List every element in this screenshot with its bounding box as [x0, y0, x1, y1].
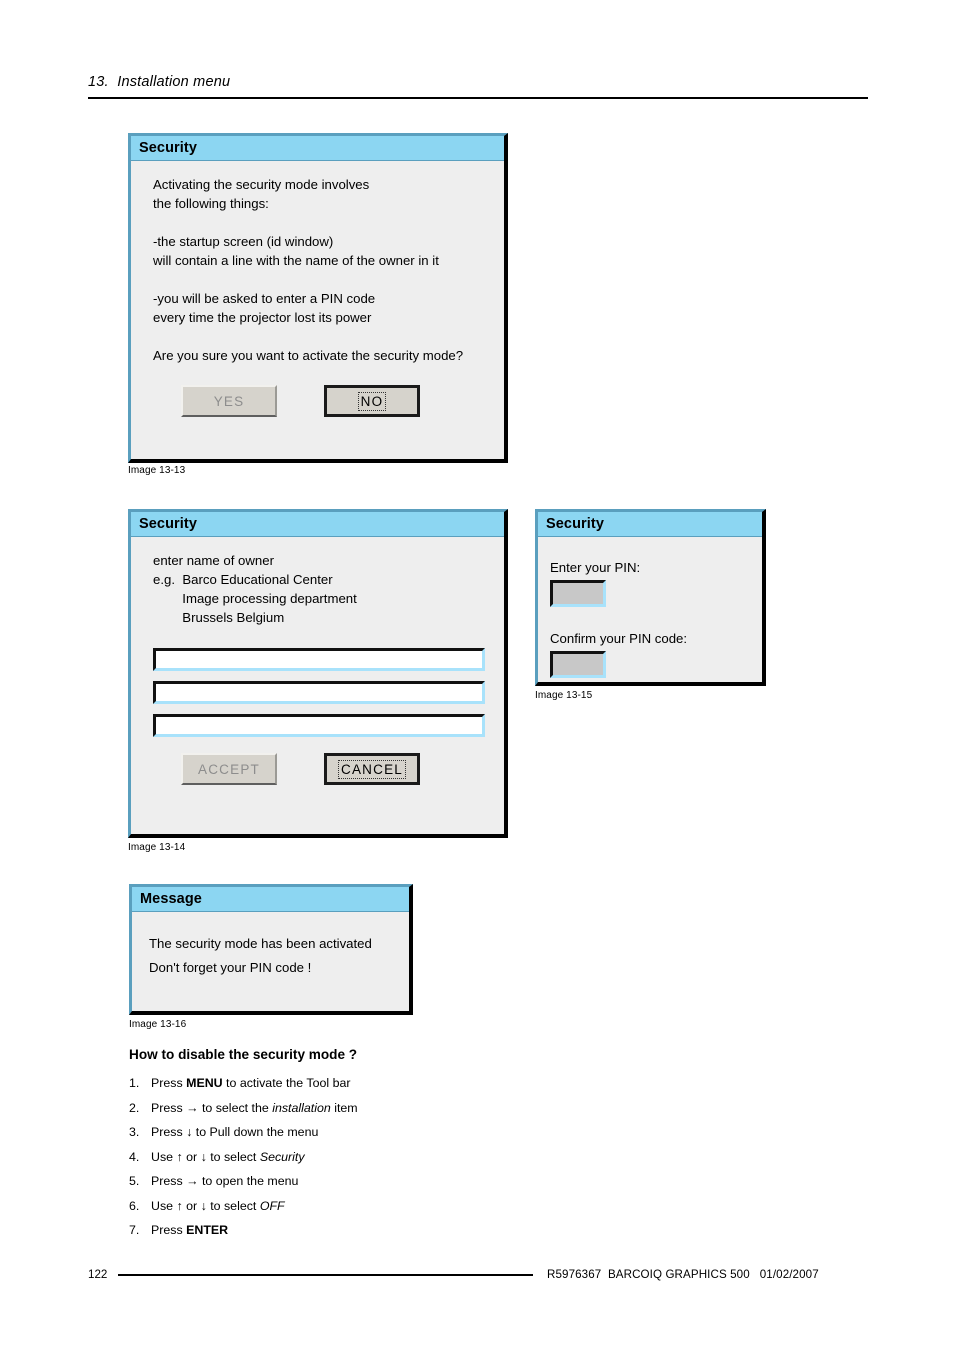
header-divider [88, 97, 868, 99]
dialog-title: Security [546, 516, 605, 532]
howto-step-text: Use ↑ or ↓ to select OFF [151, 1198, 285, 1213]
footer-page-number: 122 [88, 1268, 108, 1281]
howto-step: 7. Press ENTER [129, 1223, 789, 1237]
enter-pin-group: Enter your PIN: [550, 558, 748, 607]
button-gap [277, 385, 324, 417]
howto-step-number: 3. [129, 1125, 140, 1139]
howto-key-name: ENTER [186, 1223, 229, 1237]
owner-line-1: enter name of owner [153, 553, 274, 568]
security-pin-dialog: Security Enter your PIN: Confirm your PI… [535, 509, 766, 686]
footer-divider [118, 1273, 533, 1276]
howto-step-text: Press → to open the menu [151, 1174, 299, 1188]
howto-section: How to disable the security mode ? 1. Pre… [129, 1047, 789, 1248]
cancel-button-label: CANCEL [338, 759, 406, 779]
page-title: 13. Installation menu [88, 74, 231, 90]
dialog-body: enter name of owner e.g. Barco Education… [131, 537, 504, 795]
enter-pin-input[interactable] [550, 580, 606, 607]
howto-step-number: 1. [129, 1076, 140, 1090]
enter-pin-label: Enter your PIN: [550, 560, 641, 575]
footer-meta: R5976367 BARCOIQ GRAPHICS 500 01/02/2007 [547, 1268, 819, 1281]
howto-title: How to disable the security mode ? [129, 1047, 358, 1062]
security-confirm-dialog: Security Activating the security mode in… [128, 133, 508, 463]
dialog-body: Activating the security mode involves th… [131, 161, 504, 427]
page-header: 13. Installation menu [88, 74, 868, 99]
howto-step-number: 7. [129, 1223, 140, 1237]
howto-step-text: Press → to select the installation item [151, 1100, 358, 1115]
confirm-pin-input[interactable] [550, 651, 606, 678]
accept-button-label: ACCEPT [198, 761, 260, 777]
howto-step: 1. Press MENU to activate the Tool bar [129, 1076, 789, 1090]
page-footer: 122 R5976367 BARCOIQ GRAPHICS 500 01/02/… [88, 1268, 868, 1281]
no-button-label: NO [357, 391, 387, 411]
howto-step-number: 5. [129, 1174, 140, 1188]
owner-name-field-3[interactable] [153, 714, 485, 737]
owner-line-4: Brussels Belgium [153, 610, 285, 625]
dialog-titlebar: Security [131, 512, 504, 537]
dialog-titlebar: Message [132, 887, 409, 912]
caption-image-13-14: Image 13-14 [128, 842, 186, 853]
owner-name-field-1[interactable] [153, 648, 485, 671]
confirm-line-5: will contain a line with the name of the… [153, 253, 439, 268]
confirm-pin-group: Confirm your PIN code: [550, 629, 748, 678]
howto-step: 2. Press → to select the installation ite… [129, 1101, 789, 1115]
security-message-dialog: Message The security mode has been activ… [129, 884, 413, 1015]
howto-menu-name: installation [272, 1100, 331, 1115]
security-owner-dialog: Security enter name of owner e.g. Barco … [128, 509, 508, 838]
howto-step-number: 6. [129, 1198, 140, 1213]
dialog-titlebar: Security [538, 512, 762, 537]
howto-step: 5. Press → to open the menu [129, 1174, 789, 1188]
howto-step-text: Press MENU to activate the Tool bar [151, 1076, 351, 1090]
howto-key-name: MENU [186, 1076, 223, 1090]
owner-line-2: e.g. Barco Educational Center [153, 572, 333, 587]
howto-step-text: Press ↓ to Pull down the menu [151, 1125, 319, 1139]
message-line-1: The security mode has been activated [149, 936, 372, 951]
dialog-title: Security [139, 516, 198, 532]
howto-step: 4. Use ↑ or ↓ to select Security [129, 1150, 789, 1164]
dialog-title: Message [140, 891, 202, 907]
accept-button[interactable]: ACCEPT [181, 753, 277, 785]
yes-button[interactable]: YES [181, 385, 277, 417]
confirm-pin-label: Confirm your PIN code: [550, 631, 688, 646]
howto-step: 6. Use ↑ or ↓ to select OFF [129, 1199, 789, 1213]
dialog-titlebar: Security [131, 136, 504, 161]
dialog-body: Enter your PIN: Confirm your PIN code: [538, 537, 762, 688]
dialog-title: Security [139, 140, 198, 156]
message-line-2: Don't forget your PIN code ! [149, 960, 312, 975]
confirm-button-row: YES NO [153, 385, 484, 417]
confirm-question: Are you sure you want to activate the se… [153, 348, 464, 363]
owner-button-row: ACCEPT CANCEL [153, 753, 484, 785]
howto-menu-name: OFF [259, 1198, 285, 1213]
cancel-button[interactable]: CANCEL [324, 753, 420, 785]
button-gap [277, 753, 324, 785]
caption-image-13-15: Image 13-15 [535, 690, 593, 701]
owner-line-3: Image processing department [153, 591, 357, 606]
howto-step-text: Press ENTER [151, 1223, 229, 1237]
yes-button-label: YES [213, 393, 245, 409]
confirm-line-7: -you will be asked to enter a PIN code [153, 291, 376, 306]
howto-step: 3. Press ↓ to Pull down the menu [129, 1125, 789, 1139]
dialog-body: The security mode has been activated Don… [132, 912, 409, 990]
howto-step-number: 2. [129, 1100, 140, 1115]
confirm-line-8: every time the projector lost its power [153, 310, 372, 325]
howto-menu-name: Security [259, 1149, 305, 1164]
howto-step-list: 1. Press MENU to activate the Tool bar 2. P… [129, 1076, 789, 1237]
no-button[interactable]: NO [324, 385, 420, 417]
owner-name-field-2[interactable] [153, 681, 485, 704]
confirm-line-1: Activating the security mode involves [153, 177, 370, 192]
howto-step-text: Use ↑ or ↓ to select Security [151, 1149, 305, 1164]
confirm-line-2: the following things: [153, 196, 269, 211]
caption-image-13-16: Image 13-16 [129, 1019, 187, 1030]
confirm-line-4: -the startup screen (id window) [153, 234, 334, 249]
howto-step-number: 4. [129, 1149, 140, 1164]
caption-image-13-13: Image 13-13 [128, 465, 186, 476]
